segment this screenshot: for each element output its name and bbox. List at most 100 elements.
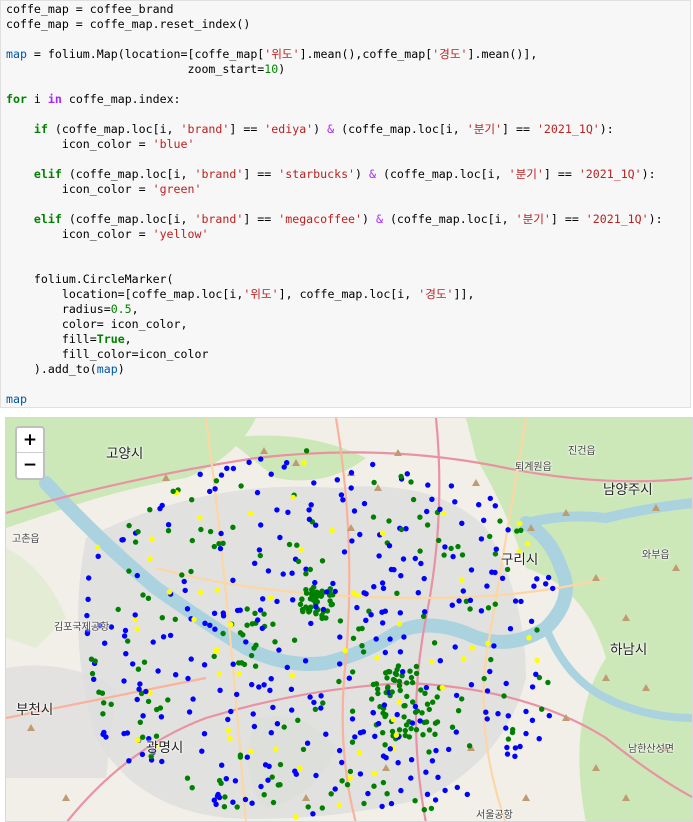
code-token: ].mean(),coffe_map[ (299, 47, 433, 61)
megacoffee-marker (469, 645, 475, 651)
ediya-marker (318, 693, 324, 699)
place-label-namyangju: 남양주시 (603, 482, 653, 498)
ediya-marker (230, 577, 236, 584)
zoom-out-button[interactable]: − (17, 453, 43, 477)
starbucks-marker (89, 670, 96, 677)
starbucks-marker (165, 697, 171, 703)
megacoffee-marker (390, 716, 397, 723)
megacoffee-marker (393, 732, 399, 738)
ediya-marker (132, 612, 138, 618)
ediya-marker (306, 516, 313, 523)
starbucks-marker (329, 601, 335, 608)
megacoffee-marker (290, 494, 296, 501)
starbucks-marker (421, 807, 427, 813)
megacoffee-marker (166, 589, 173, 595)
starbucks-marker (126, 522, 132, 529)
starbucks-marker (141, 659, 148, 665)
ediya-marker (448, 483, 455, 489)
starbucks-marker (297, 601, 304, 608)
starbucks-marker (108, 701, 114, 707)
code-token: 'blue' (152, 137, 195, 151)
starbucks-marker (426, 706, 432, 713)
ediya-marker (220, 613, 227, 619)
starbucks-marker (137, 719, 144, 725)
ediya-marker (334, 477, 340, 483)
starbucks-marker (380, 730, 386, 736)
starbucks-marker (277, 761, 284, 768)
code-cell[interactable]: coffe_map = coffee_brand coffe_map = coff… (0, 0, 691, 408)
code-token: , (131, 302, 139, 316)
ediya-marker (487, 668, 493, 675)
ediya-marker (380, 585, 387, 592)
code-line: color= icon_color, (6, 317, 690, 332)
ediya-marker (212, 486, 218, 492)
code-token: coffe_map.index: (61, 92, 181, 106)
ediya-marker (85, 596, 91, 603)
starbucks-marker (419, 710, 425, 716)
starbucks-marker (319, 588, 325, 594)
starbucks-marker (448, 545, 454, 552)
code-token: '위도' (243, 287, 279, 301)
starbucks-marker (294, 542, 300, 548)
ediya-marker (484, 688, 491, 694)
ediya-marker (346, 675, 352, 681)
ediya-marker (395, 760, 401, 766)
starbucks-marker (172, 616, 179, 623)
ediya-marker (313, 604, 319, 610)
folium-map[interactable]: + − 고양시 부천시 광명시 구리시 남양주시 하남시 고촌읍 퇴계원읍 진건… (5, 417, 693, 822)
code-token: if (33, 122, 48, 136)
code-token: coffe_map = coffe_map.reset_index() (6, 17, 251, 31)
megacoffee-marker (94, 544, 101, 551)
code-editor[interactable]: coffe_map = coffee_brand coffe_map = coff… (1, 1, 690, 407)
starbucks-marker (257, 552, 264, 559)
code-token: (coffe_map.loc[i, (382, 212, 516, 226)
code-token: 'yellow' (152, 227, 209, 241)
starbucks-marker (147, 506, 153, 513)
starbucks-marker (404, 693, 410, 700)
starbucks-marker (534, 627, 540, 633)
starbucks-marker (401, 703, 407, 709)
starbucks-marker (426, 749, 432, 755)
code-token: folium.CircleMarker( (6, 272, 174, 286)
ediya-marker (232, 778, 239, 784)
starbucks-marker (272, 639, 278, 645)
starbucks-marker (417, 514, 423, 520)
ediya-marker (437, 506, 443, 513)
starbucks-marker (88, 656, 95, 662)
ediya-marker (361, 590, 367, 596)
starbucks-marker (409, 679, 416, 686)
megacoffee-marker (248, 748, 254, 755)
ediya-marker (549, 585, 556, 592)
starbucks-marker (248, 652, 255, 659)
ediya-marker (185, 675, 191, 682)
ediya-marker (277, 534, 283, 541)
ediya-marker (401, 634, 407, 640)
ediya-marker (376, 553, 382, 559)
ediya-marker (380, 620, 386, 626)
ediya-marker (412, 703, 419, 710)
ediya-marker (481, 517, 487, 524)
starbucks-marker (270, 621, 276, 627)
ediya-marker (533, 671, 539, 677)
code-token: (coffe_map.loc[i, (61, 212, 195, 226)
starbucks-marker (413, 663, 420, 670)
starbucks-marker (165, 527, 172, 534)
code-token: i (26, 92, 48, 106)
starbucks-marker (410, 496, 417, 503)
starbucks-marker (236, 660, 242, 666)
place-label-guri: 구리시 (501, 552, 539, 568)
ediya-marker (412, 555, 418, 562)
megacoffee-marker (149, 536, 155, 542)
ediya-marker (422, 609, 428, 615)
code-token: '2021_1Q' (585, 212, 649, 226)
starbucks-marker (339, 778, 345, 784)
megacoffee-marker (135, 737, 141, 743)
starbucks-marker (349, 739, 356, 745)
code-line: map = folium.Map(location=[coffe_map['위도… (6, 47, 690, 62)
zoom-in-button[interactable]: + (17, 428, 43, 453)
code-token: 'brand' (180, 122, 230, 136)
place-label-bucheon: 부천시 (16, 702, 54, 718)
starbucks-marker (395, 663, 402, 669)
megacoffee-marker (329, 527, 335, 534)
